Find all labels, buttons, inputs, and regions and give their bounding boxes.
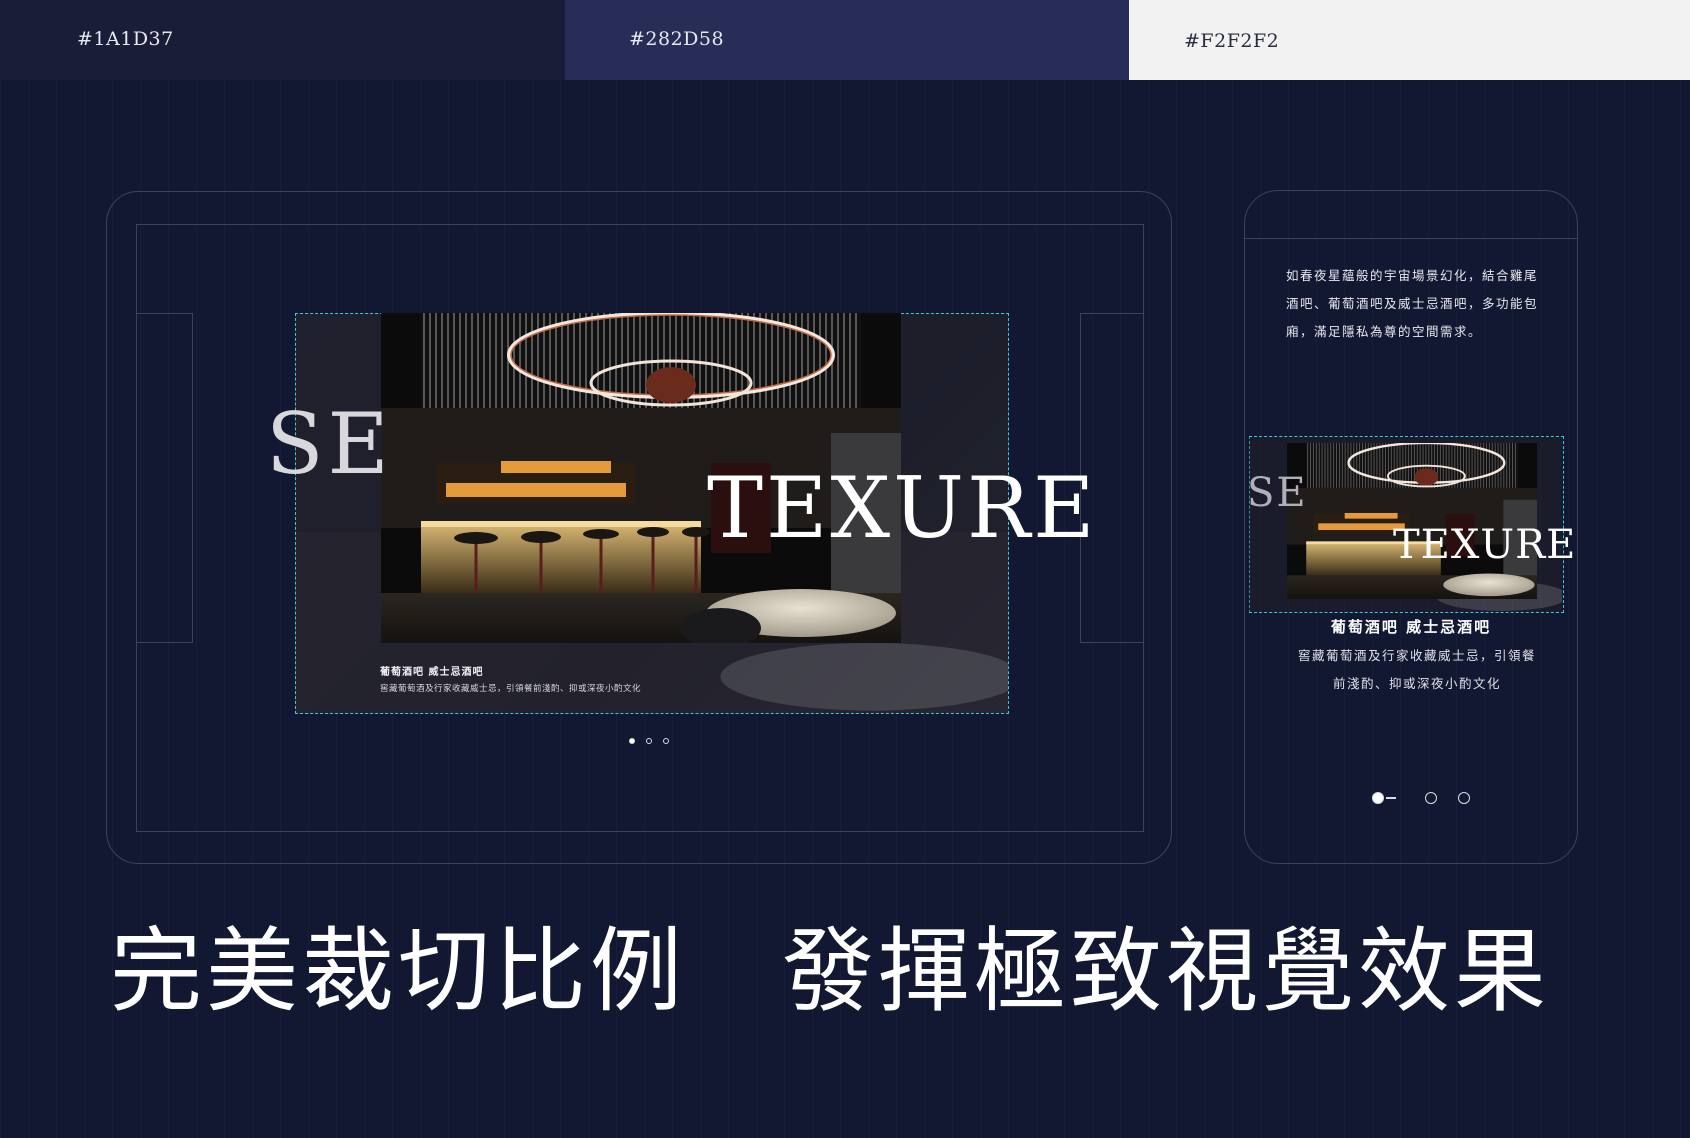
intro-line: 廂，滿足隱私為尊的空間需求。 (1286, 324, 1483, 339)
tablet-pagination (629, 738, 669, 744)
intro-line: 酒吧、葡萄酒吧及威士忌酒吧，多功能包 (1286, 296, 1539, 311)
pagination-dot-2[interactable] (646, 738, 652, 744)
phone-caption-text: 窖藏葡萄酒及行家收藏威士忌，引領餐 前淺酌、抑或深夜小酌文化 (1284, 642, 1550, 698)
pagination-dot-3[interactable] (663, 738, 669, 744)
phone-intro-text: 如春夜星蘊般的宇宙場景幻化，結合雞尾 酒吧、葡萄酒吧及威士忌酒吧，多功能包 廂，… (1286, 262, 1548, 346)
phone-slide-title-right: TEXURE (1393, 522, 1577, 568)
pagination-dot-1[interactable] (1372, 792, 1384, 804)
caption-line: 前淺酌、抑或深夜小酌文化 (1332, 676, 1501, 691)
phone-pagination (1372, 792, 1470, 804)
caption-line: 窖藏葡萄酒及行家收藏威士忌，引領餐 (1297, 648, 1536, 663)
color-swatch-indigo: #282D58 (565, 0, 1129, 80)
color-swatch-dark-navy: #1A1D37 (0, 0, 565, 80)
slide-caption-title: 葡萄酒吧 威士忌酒吧 (380, 667, 484, 678)
swatch-label: #F2F2F2 (1184, 30, 1280, 52)
page-headline: 完美裁切比例 發揮極致視覺效果 (110, 918, 1551, 1025)
slide-title-left: SE (266, 395, 393, 493)
tablet-prev-slide-panel[interactable] (136, 313, 193, 643)
color-swatch-light-gray: #F2F2F2 (1129, 0, 1690, 80)
pagination-dot-3[interactable] (1458, 792, 1470, 804)
slide-title-right: TEXURE (707, 459, 1098, 557)
phone-slide-title-left: SE (1247, 470, 1308, 516)
pagination-dot-1[interactable] (629, 738, 635, 744)
phone-header-divider (1245, 238, 1577, 239)
phone-bar-interior-photo (1287, 443, 1537, 599)
swatch-label: #1A1D37 (77, 28, 174, 50)
phone-caption-title: 葡萄酒吧 威士忌酒吧 (1330, 618, 1492, 636)
swatch-label: #282D58 (629, 28, 725, 50)
pagination-dot-2[interactable] (1425, 792, 1437, 804)
active-indicator-line (1386, 797, 1396, 799)
intro-line: 如春夜星蘊般的宇宙場景幻化，結合雞尾 (1286, 268, 1539, 283)
slide-caption-text: 窖藏葡萄酒及行家收藏威士忌，引領餐前淺酌、抑或深夜小酌文化 (380, 684, 642, 694)
